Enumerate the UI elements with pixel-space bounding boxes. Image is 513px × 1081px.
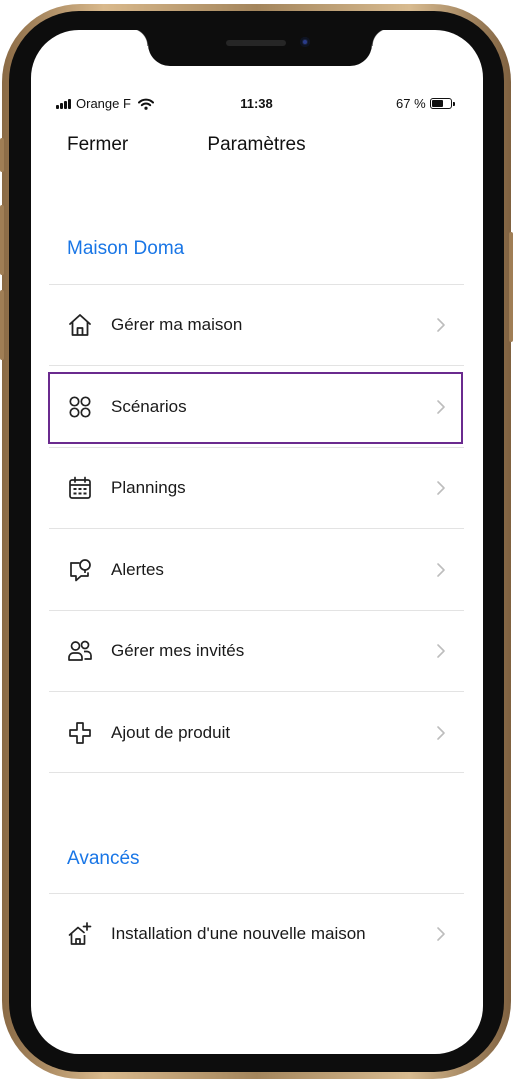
divider [49,365,464,366]
chevron-right-icon [437,644,445,658]
new-home-icon [68,922,92,945]
chevron-right-icon [437,726,445,740]
menu-item-manage-home[interactable]: Gérer ma maison [49,285,464,365]
divider [49,691,464,692]
menu-item-plannings[interactable]: Plannings [49,448,464,528]
menu-item-label: Installation d'une nouvelle maison [111,924,366,943]
front-camera [300,37,310,47]
menu-item-add-product[interactable]: Ajout de produit [49,693,464,773]
home-icon [69,314,91,336]
side-button [509,232,513,342]
battery-icon [429,98,455,109]
menu-item-alerts[interactable]: Alertes [49,530,464,610]
divider [49,528,464,529]
menu-item-label: Gérer mes invités [111,641,245,660]
page-title: Paramètres [207,134,306,155]
menu-item-new-home-installation[interactable]: Installation d'une nouvelle maison [49,894,464,974]
users-icon [68,640,92,661]
calendar-icon [69,476,91,499]
menu-item-label: Gérer ma maison [111,315,243,334]
section-title-house: Maison Doma [67,238,185,259]
menu-item-label: Alertes [111,560,164,579]
menu-item-label: Ajout de produit [111,723,231,742]
menu-item-label: Plannings [111,478,186,497]
section-title-advanced: Avancés [67,848,140,869]
divider [49,772,464,773]
volume-up-button [0,205,4,275]
chevron-right-icon [437,481,445,495]
nav-bar: Fermer Paramètres [0,134,513,162]
selection-highlight [48,372,463,444]
chevron-right-icon [437,563,445,577]
battery-group: 67 % [396,96,455,111]
status-bar: Orange F 11:38 67 % [0,96,513,116]
chevron-right-icon [437,927,445,941]
battery-percent: 67 % [396,96,426,111]
menu-item-guests[interactable]: Gérer mes invités [49,611,464,691]
notch [130,28,390,66]
chevron-right-icon [437,318,445,332]
volume-down-button [0,290,4,360]
speaker [226,40,286,46]
alert-bubble-icon [70,559,91,582]
add-product-icon [69,722,91,744]
